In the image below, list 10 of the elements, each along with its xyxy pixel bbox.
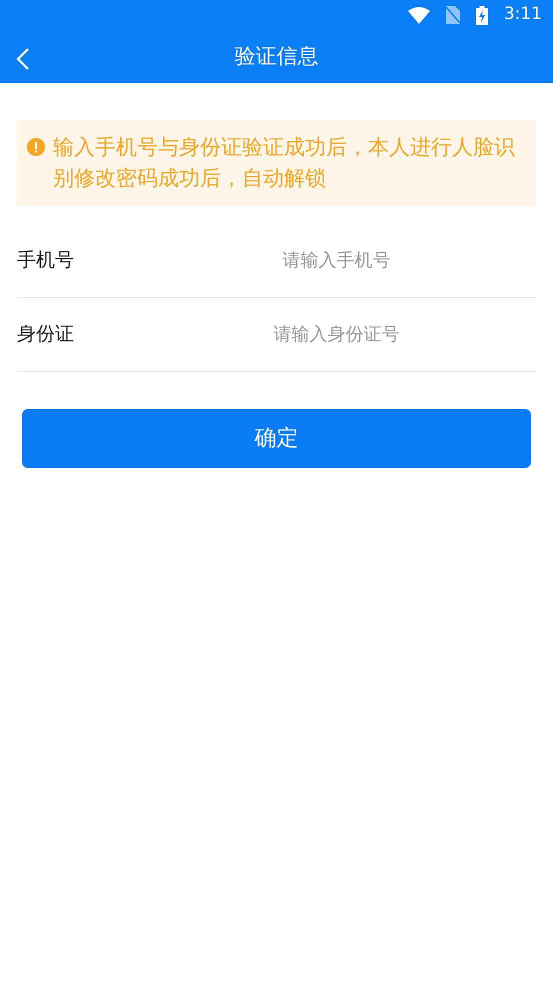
status-time: 3:11 <box>504 3 542 26</box>
notice-text: 输入手机号与身份证验证成功后，本人进行人脸识别修改密码成功后，自动解锁 <box>53 134 516 192</box>
page-title: 验证信息 <box>234 42 318 70</box>
field-label: 身份证 <box>17 322 75 348</box>
no-sim-icon <box>446 6 460 24</box>
confirm-button[interactable]: 确定 <box>22 409 531 468</box>
field-label: 手机号 <box>17 248 75 274</box>
wifi-icon <box>408 6 430 24</box>
battery-charging-icon <box>476 6 488 24</box>
warning-icon <box>27 138 45 156</box>
